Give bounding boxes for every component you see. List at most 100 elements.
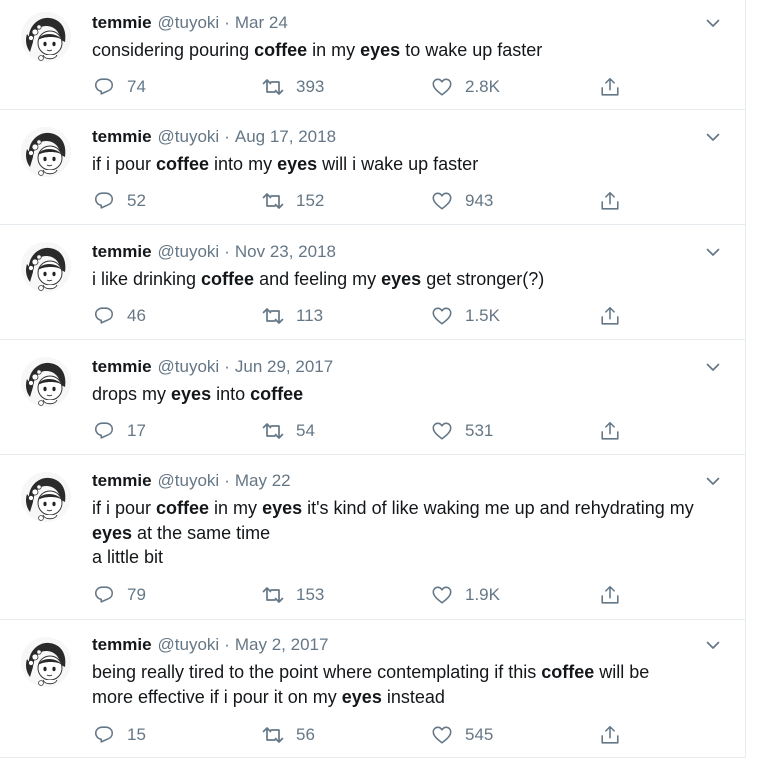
- reply-button[interactable]: 52: [92, 189, 261, 213]
- avatar[interactable]: [21, 637, 71, 687]
- share-button[interactable]: [599, 583, 629, 607]
- avatar[interactable]: [21, 12, 71, 62]
- retweet-button[interactable]: 153: [261, 583, 430, 607]
- display-name[interactable]: temmie: [92, 12, 152, 34]
- tweet-date[interactable]: May 2, 2017: [235, 634, 329, 656]
- avatar[interactable]: [21, 127, 71, 177]
- user-handle[interactable]: @tuyoki: [158, 241, 220, 263]
- display-name[interactable]: temmie: [92, 356, 152, 378]
- like-count: 531: [465, 421, 494, 440]
- avatar[interactable]: [21, 357, 71, 407]
- reply-count: 46: [127, 306, 146, 325]
- tweet[interactable]: temmie @tuyoki · May 22 if i pour coffee in …: [0, 455, 745, 620]
- display-name[interactable]: temmie: [92, 634, 152, 656]
- separator-dot: ·: [224, 471, 230, 490]
- like-button[interactable]: 943: [430, 189, 599, 213]
- chevron-down-icon[interactable]: [705, 473, 721, 489]
- text-segment: to wake up faster: [400, 40, 543, 60]
- like-count: 943: [465, 191, 494, 210]
- tweet-date[interactable]: May 22: [235, 470, 291, 492]
- like-button[interactable]: 2.8K: [430, 75, 599, 99]
- retweet-icon: [261, 419, 285, 443]
- tweet-date[interactable]: Nov 23, 2018: [235, 241, 336, 263]
- retweet-button[interactable]: 54: [261, 419, 430, 443]
- share-button[interactable]: [599, 189, 629, 213]
- retweet-count: 152: [296, 191, 325, 210]
- tweet[interactable]: temmie @tuyoki · Nov 23, 2018 i like drinkin…: [0, 225, 745, 340]
- tweet-date[interactable]: Jun 29, 2017: [235, 356, 333, 378]
- tweet[interactable]: temmie @tuyoki · May 2, 2017 being really ti…: [0, 620, 745, 758]
- highlighted-term: eyes: [381, 269, 422, 289]
- share-icon: [599, 723, 621, 747]
- user-handle[interactable]: @tuyoki: [158, 126, 220, 148]
- text-segment: instead: [381, 686, 445, 707]
- like-button[interactable]: 1.5K: [430, 304, 599, 328]
- like-button[interactable]: 1.9K: [430, 583, 599, 607]
- user-handle[interactable]: @tuyoki: [158, 634, 220, 656]
- tweet[interactable]: temmie @tuyoki · Jun 29, 2017 drops my eyes …: [0, 340, 745, 455]
- text-segment: at the same time: [132, 522, 271, 543]
- share-icon: [599, 75, 621, 99]
- chevron-down-icon[interactable]: [705, 129, 721, 145]
- tweet-text-line: being really tired to the point where co…: [92, 660, 709, 685]
- tweet-text: considering pouring coffee in my eyes to…: [92, 38, 709, 63]
- share-button[interactable]: [599, 723, 629, 747]
- share-icon: [599, 189, 621, 213]
- user-handle[interactable]: @tuyoki: [158, 12, 220, 34]
- retweet-icon: [261, 723, 285, 747]
- tweet-header: temmie @tuyoki · May 2, 2017: [92, 634, 709, 656]
- reply-button[interactable]: 15: [92, 723, 261, 747]
- share-button[interactable]: [599, 304, 629, 328]
- tweet-timeline: temmie @tuyoki · Mar 24 considering pouring …: [0, 0, 746, 758]
- user-handle[interactable]: @tuyoki: [158, 356, 220, 378]
- reply-button[interactable]: 17: [92, 419, 261, 443]
- tweet-header: temmie @tuyoki · Nov 23, 2018: [92, 241, 709, 263]
- reply-button[interactable]: 79: [92, 583, 261, 607]
- tweet-text: being really tired to the point where co…: [92, 660, 709, 709]
- tweet[interactable]: temmie @tuyoki · Mar 24 considering pouring …: [0, 0, 745, 110]
- like-count: 1.5K: [465, 306, 500, 325]
- tweet-text-line: if i pour coffee in my eyes it's kind of…: [92, 496, 709, 521]
- reply-button[interactable]: 74: [92, 75, 261, 99]
- tweet-actions: 74 393 2.8K: [92, 75, 629, 99]
- chevron-down-icon[interactable]: [705, 637, 721, 653]
- like-button[interactable]: 531: [430, 419, 599, 443]
- retweet-button[interactable]: 393: [261, 75, 430, 99]
- text-segment: i like drinking: [92, 269, 202, 289]
- share-icon: [599, 419, 621, 443]
- tweet-date[interactable]: Mar 24: [235, 12, 288, 34]
- retweet-button[interactable]: 113: [261, 304, 430, 328]
- display-name[interactable]: temmie: [92, 241, 152, 263]
- user-handle[interactable]: @tuyoki: [158, 470, 220, 492]
- share-icon: [599, 304, 621, 328]
- retweet-count: 54: [296, 421, 315, 440]
- heart-icon: [430, 75, 454, 99]
- tweet-actions: 46 113 1.5K: [92, 304, 629, 328]
- heart-icon: [430, 304, 454, 328]
- tweet-header: temmie @tuyoki · Aug 17, 2018: [92, 126, 709, 148]
- like-button[interactable]: 545: [430, 723, 599, 747]
- highlighted-term: coffee: [541, 662, 595, 682]
- display-name[interactable]: temmie: [92, 126, 152, 148]
- display-name[interactable]: temmie: [92, 470, 152, 492]
- chevron-down-icon[interactable]: [705, 359, 721, 375]
- reply-count: 74: [127, 77, 146, 96]
- tweet-actions: 15 56 545: [92, 723, 629, 747]
- avatar[interactable]: [21, 472, 71, 522]
- share-button[interactable]: [599, 419, 629, 443]
- separator-dot: ·: [224, 13, 230, 32]
- share-button[interactable]: [599, 75, 629, 99]
- tweet-header: temmie @tuyoki · May 22: [92, 470, 709, 492]
- separator-dot: ·: [224, 635, 230, 654]
- tweet-date[interactable]: Aug 17, 2018: [235, 126, 336, 148]
- tweet-text-line: a little bit: [92, 545, 709, 570]
- retweet-button[interactable]: 56: [261, 723, 430, 747]
- heart-icon: [430, 189, 454, 213]
- avatar[interactable]: [21, 242, 71, 292]
- tweet[interactable]: temmie @tuyoki · Aug 17, 2018 if i pour coff…: [0, 110, 745, 225]
- chevron-down-icon[interactable]: [705, 15, 721, 31]
- tweet-text-line: if i pour coffee into my eyes will i wak…: [92, 152, 709, 177]
- retweet-button[interactable]: 152: [261, 189, 430, 213]
- reply-button[interactable]: 46: [92, 304, 261, 328]
- chevron-down-icon[interactable]: [705, 244, 721, 260]
